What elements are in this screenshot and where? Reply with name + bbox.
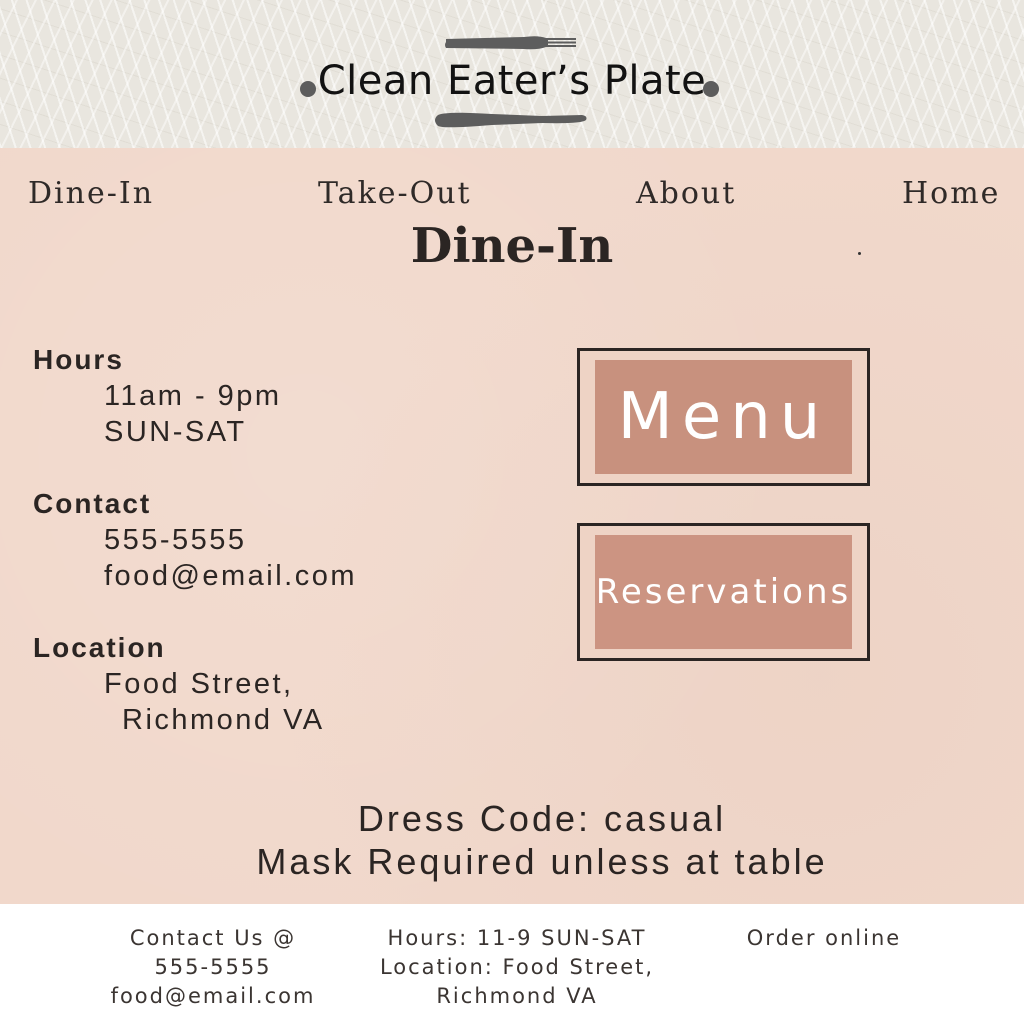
logo-dot-right: [703, 81, 719, 97]
brand-title: Clean Eater’s Plate: [317, 58, 707, 104]
nav-about[interactable]: About: [636, 176, 736, 211]
location-street: Food Street,: [104, 668, 294, 700]
footer-location-line: Location: Food Street,: [379, 955, 655, 979]
menu-button[interactable]: Menu: [577, 348, 870, 486]
footer-contact: Contact Us @ 555-5555 food@email.com: [95, 924, 331, 1011]
location-heading: Location: [33, 632, 166, 663]
reservations-button-label: Reservations: [595, 535, 852, 649]
footer-hours: Hours: 11-9 SUN-SAT Location: Food Stree…: [375, 924, 659, 1011]
location-city: Richmond VA: [122, 704, 325, 736]
hours-time: 11am - 9pm: [104, 380, 282, 412]
nav-dine-in[interactable]: Dine-In: [28, 176, 154, 211]
footer-contact-email: food@email.com: [110, 984, 316, 1008]
nav-take-out[interactable]: Take-Out: [318, 176, 472, 211]
footer-location-city: Richmond VA: [436, 984, 598, 1008]
footer-contact-label: Contact Us @: [129, 926, 297, 950]
footer-contact-phone: 555-5555: [154, 955, 272, 979]
page-title: Dine-In: [410, 218, 614, 274]
contact-heading: Contact: [33, 488, 152, 519]
site-footer: Contact Us @ 555-5555 food@email.com Hou…: [0, 904, 1024, 1024]
mask-notice: Mask Required unless at table: [256, 841, 828, 882]
hours-heading: Hours: [33, 344, 124, 375]
contact-email: food@email.com: [104, 560, 358, 592]
dress-code-notice: Dress Code: casual: [357, 798, 727, 839]
reservations-button[interactable]: Reservations: [577, 523, 870, 661]
footer-hours-line: Hours: 11-9 SUN-SAT: [387, 926, 647, 950]
hours-days: SUN-SAT: [104, 416, 247, 448]
contact-phone: 555-5555: [104, 524, 247, 556]
fork-icon: [445, 36, 576, 50]
decorative-speck: [858, 252, 861, 255]
knife-icon: [435, 112, 587, 128]
main-content: Dine-In Take-Out About Home Dine-In Hour…: [0, 148, 1024, 904]
nav-home[interactable]: Home: [902, 176, 1000, 211]
menu-button-label: Menu: [595, 360, 852, 474]
site-header: Clean Eater’s Plate: [0, 0, 1024, 148]
order-online-link[interactable]: Order online: [735, 924, 913, 953]
